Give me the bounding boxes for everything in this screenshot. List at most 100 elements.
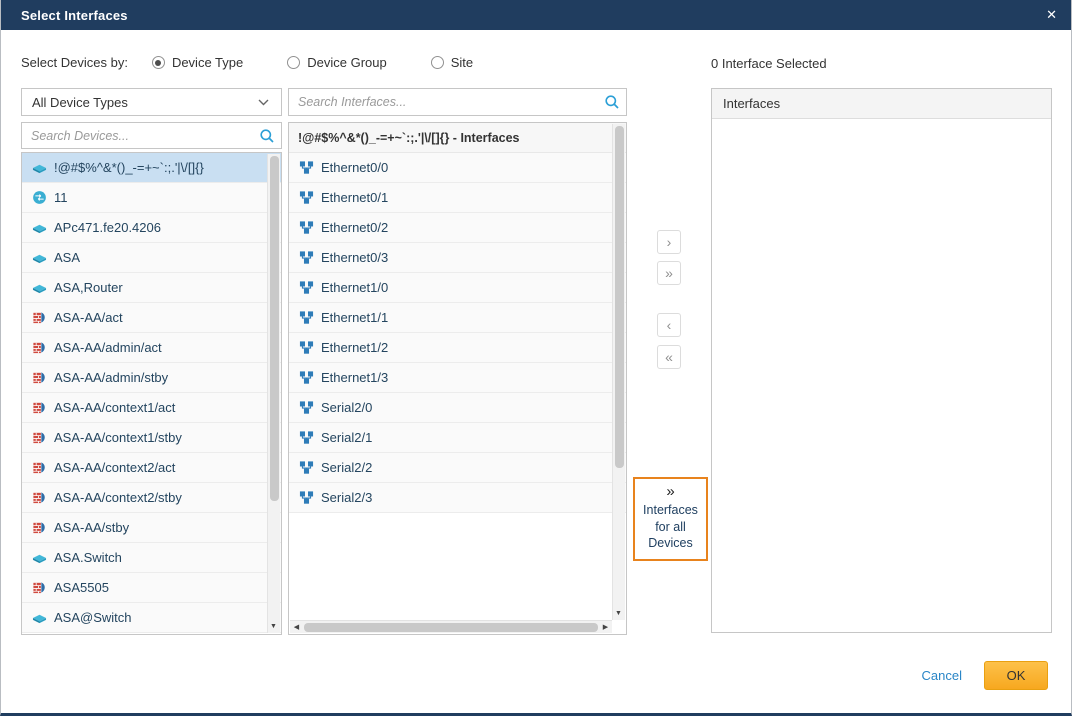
device-name: ASA-AA/context1/stby <box>54 430 182 445</box>
interface-name: Ethernet0/1 <box>321 190 388 205</box>
move-right-button[interactable]: › <box>657 230 681 254</box>
interface-list-item[interactable]: Ethernet1/3 <box>289 363 626 393</box>
interface-list-item[interactable]: Serial2/1 <box>289 423 626 453</box>
device-name: ASA-AA/admin/act <box>54 340 162 355</box>
radio-site[interactable]: Site <box>431 55 473 70</box>
interface-list-item[interactable]: Serial2/0 <box>289 393 626 423</box>
firewall-device-icon <box>31 340 47 355</box>
interface-list-vertical-scrollbar[interactable]: ▼ <box>612 124 625 620</box>
radio-unselected-icon <box>287 56 300 69</box>
interface-name: Serial2/0 <box>321 400 372 415</box>
device-list-item[interactable]: ASA-AA/context1/stby <box>22 423 281 453</box>
interface-list-rows: Ethernet0/0 Ethernet0/1 Ethernet0/2 Etherne… <box>289 153 626 513</box>
interfaces-for-all-devices-button[interactable]: » Interfaces for all Devices <box>633 477 708 561</box>
radio-device-type[interactable]: Device Type <box>152 55 243 70</box>
interface-list-item[interactable]: Serial2/2 <box>289 453 626 483</box>
device-name: ASA5505 <box>54 580 109 595</box>
device-list-item[interactable]: ASA,Router <box>22 273 281 303</box>
device-list-item[interactable]: ASA-AA/act <box>22 303 281 333</box>
interface-name: Ethernet0/0 <box>321 160 388 175</box>
radio-device-type-label: Device Type <box>172 55 243 70</box>
firewall-device-icon <box>31 400 47 415</box>
device-list: !@#$%^&*()_-=+~`:;.'|\/[]{}11 APc471.fe20… <box>21 152 282 635</box>
scrollbar-thumb[interactable] <box>270 156 279 501</box>
ok-button[interactable]: OK <box>984 661 1048 690</box>
firewall-device-icon <box>31 430 47 445</box>
select-devices-by-label: Select Devices by: <box>21 55 128 70</box>
interface-name: Ethernet0/3 <box>321 250 388 265</box>
device-list-item[interactable]: ASA-AA/admin/act <box>22 333 281 363</box>
interface-list-item[interactable]: Ethernet1/1 <box>289 303 626 333</box>
device-type-dropdown-value: All Device Types <box>32 95 255 110</box>
move-left-button[interactable]: ‹ <box>657 313 681 337</box>
firewall-device-icon <box>31 520 47 535</box>
device-list-item[interactable]: ASA-AA/context2/act <box>22 453 281 483</box>
scroll-down-icon[interactable]: ▼ <box>267 620 280 633</box>
scroll-right-icon[interactable]: ▶ <box>599 620 612 633</box>
interface-icon <box>298 430 314 445</box>
interface-list-item[interactable]: Serial2/3 <box>289 483 626 513</box>
cancel-button[interactable]: Cancel <box>922 668 962 683</box>
selected-interfaces-panel: Interfaces <box>711 88 1052 633</box>
device-list-rows: !@#$%^&*()_-=+~`:;.'|\/[]{}11 APc471.fe20… <box>22 153 281 633</box>
move-all-left-button[interactable]: « <box>657 345 681 369</box>
search-icon[interactable] <box>253 128 281 144</box>
search-icon[interactable] <box>598 94 626 110</box>
interface-name: Ethernet1/1 <box>321 310 388 325</box>
interface-name: Ethernet1/0 <box>321 280 388 295</box>
radio-site-label: Site <box>451 55 473 70</box>
radio-device-group[interactable]: Device Group <box>287 55 386 70</box>
device-name: ASA-AA/context2/act <box>54 460 175 475</box>
interface-list-item[interactable]: Ethernet0/2 <box>289 213 626 243</box>
device-name: ASA <box>54 250 80 265</box>
interface-icon <box>298 370 314 385</box>
device-list-vertical-scrollbar[interactable]: ▼ <box>267 154 280 633</box>
interface-list-item[interactable]: Ethernet0/1 <box>289 183 626 213</box>
device-name: ASA-AA/admin/stby <box>54 370 168 385</box>
device-search-input[interactable] <box>22 123 253 148</box>
interface-list-horizontal-scrollbar[interactable]: ◀ ▶ <box>290 620 612 633</box>
device-type-dropdown[interactable]: All Device Types <box>21 88 282 116</box>
device-name: APc471.fe20.4206 <box>54 220 161 235</box>
double-chevron-left-icon: « <box>665 350 673 364</box>
device-name: ASA-AA/context1/act <box>54 400 175 415</box>
device-list-item[interactable]: APc471.fe20.4206 <box>22 213 281 243</box>
interface-list-item[interactable]: Ethernet0/3 <box>289 243 626 273</box>
interface-list-item[interactable]: Ethernet1/2 <box>289 333 626 363</box>
device-list-item[interactable]: ASA-AA/stby <box>22 513 281 543</box>
interface-list-item[interactable]: Ethernet1/0 <box>289 273 626 303</box>
scrollbar-thumb[interactable] <box>304 623 598 632</box>
interface-search-input[interactable] <box>289 89 598 115</box>
interface-name: Ethernet0/2 <box>321 220 388 235</box>
interface-icon <box>298 310 314 325</box>
device-list-item[interactable]: !@#$%^&*()_-=+~`:;.'|\/[]{} <box>22 153 281 183</box>
interface-icon <box>298 400 314 415</box>
interface-icon <box>298 340 314 355</box>
move-all-right-button[interactable]: » <box>657 261 681 285</box>
interface-name: Serial2/3 <box>321 490 372 505</box>
scroll-down-icon[interactable]: ▼ <box>612 607 625 620</box>
device-list-item[interactable]: 11 <box>22 183 281 213</box>
dialog-titlebar: Select Interfaces ✕ <box>1 0 1071 30</box>
dialog-footer: Cancel OK <box>922 661 1048 690</box>
interface-name: Ethernet1/3 <box>321 370 388 385</box>
interface-name: Serial2/1 <box>321 430 372 445</box>
device-list-item[interactable]: ASA@Switch <box>22 603 281 633</box>
scroll-left-icon[interactable]: ◀ <box>290 620 303 633</box>
scrollbar-thumb[interactable] <box>615 126 624 468</box>
switch-device-icon <box>31 611 47 625</box>
device-list-item[interactable]: ASA-AA/context2/stby <box>22 483 281 513</box>
dialog-title: Select Interfaces <box>21 8 1046 23</box>
interface-icon <box>298 190 314 205</box>
switch-device-icon <box>31 221 47 235</box>
close-icon[interactable]: ✕ <box>1046 7 1057 23</box>
interface-list-item[interactable]: Ethernet0/0 <box>289 153 626 183</box>
interface-icon <box>298 460 314 475</box>
device-list-item[interactable]: ASA-AA/admin/stby <box>22 363 281 393</box>
device-name: ASA-AA/act <box>54 310 123 325</box>
device-list-item[interactable]: ASA <box>22 243 281 273</box>
double-chevron-right-icon: » <box>665 266 673 280</box>
device-list-item[interactable]: ASA-AA/context1/act <box>22 393 281 423</box>
device-list-item[interactable]: ASA.Switch <box>22 543 281 573</box>
device-list-item[interactable]: ASA5505 <box>22 573 281 603</box>
